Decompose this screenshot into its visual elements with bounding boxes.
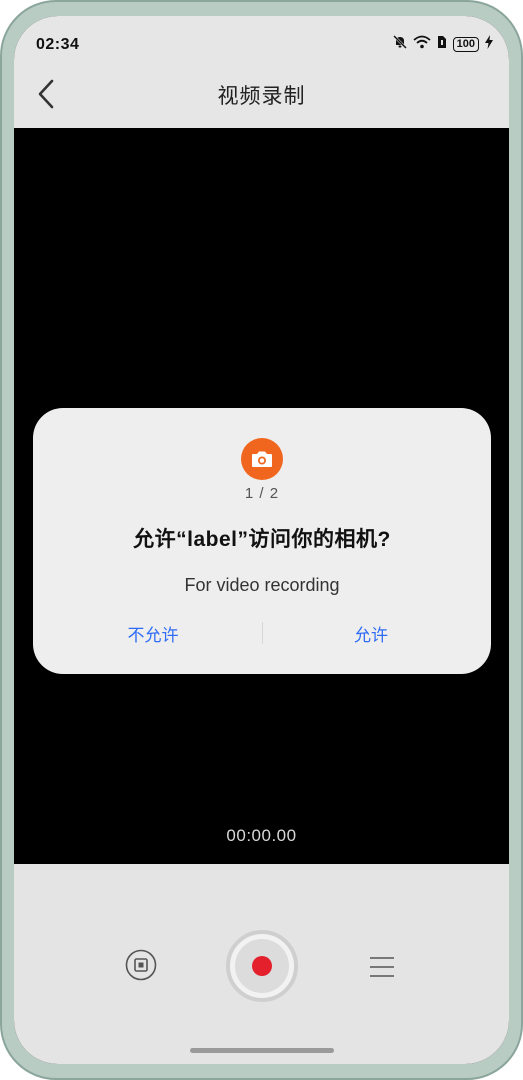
sim-icon — [437, 35, 447, 54]
permission-step: 1 / 2 — [244, 485, 280, 502]
recorder-controls — [14, 864, 509, 1064]
record-dot — [252, 956, 272, 976]
status-bar: 02:34 100 — [14, 16, 509, 60]
menu-icon — [368, 957, 396, 984]
status-time: 02:34 — [36, 36, 80, 53]
permission-reason: For video recording — [184, 575, 340, 595]
gallery-button[interactable] — [124, 949, 158, 986]
deny-button[interactable]: 不允许 — [63, 621, 243, 646]
button-divider — [262, 622, 263, 644]
record-button[interactable] — [226, 930, 298, 1002]
gallery-icon — [125, 949, 157, 986]
record-timer: 00:00.00 — [226, 826, 297, 845]
status-icons: 100 — [392, 35, 493, 54]
wifi-icon — [413, 35, 431, 54]
home-indicator[interactable] — [190, 1048, 334, 1053]
allow-button[interactable]: 允许 — [281, 621, 461, 646]
page-title: 视频录制 — [217, 85, 306, 108]
record-button-inner — [235, 939, 289, 993]
battery-icon: 100 — [452, 37, 479, 52]
permission-dialog: 1 / 2 允许“label”访问你的相机? For video recordi… — [33, 408, 491, 674]
bell-off-icon — [392, 35, 407, 54]
menu-button[interactable] — [368, 954, 396, 980]
camera-icon — [241, 438, 283, 480]
charging-icon — [485, 35, 493, 54]
app-header: 视频录制 — [14, 60, 509, 128]
screen: 02:34 100 视频录制 00:00.00 1 / 2 允许“label”访… — [14, 16, 509, 1064]
permission-question: 允许“label”访问你的相机? — [133, 528, 391, 551]
